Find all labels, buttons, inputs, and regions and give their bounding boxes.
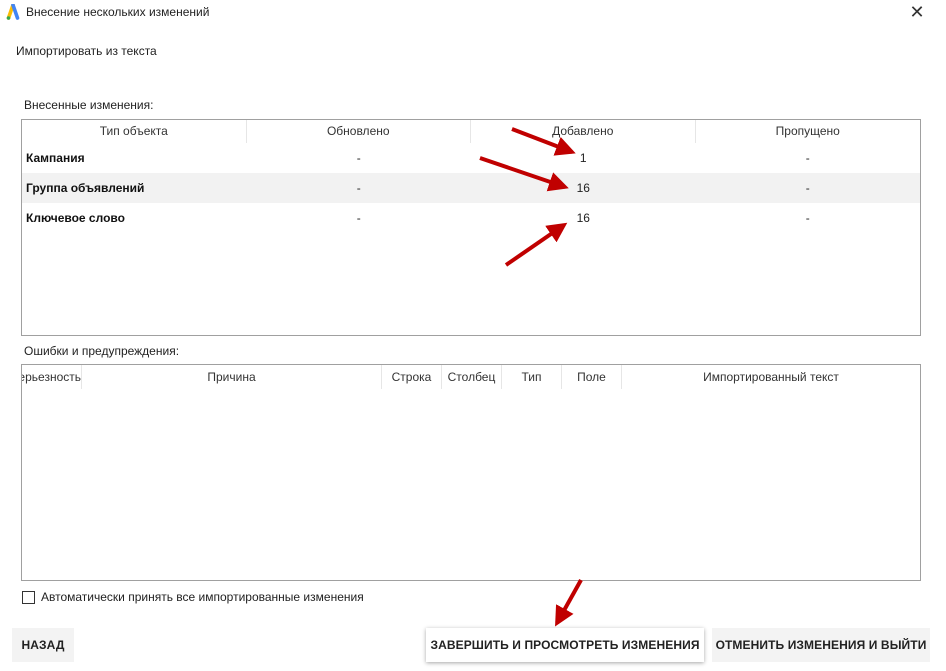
row-updated: -: [356, 151, 361, 165]
cancel-and-exit-button[interactable]: ОТМЕНИТЬ ИЗМЕНЕНИЯ И ВЫЙТИ: [712, 628, 930, 662]
column-header-reason[interactable]: Причина: [82, 365, 382, 389]
row-added: 16: [576, 211, 590, 225]
errors-table-header: Серьезность Причина Строка Столбец Тип П…: [22, 365, 920, 389]
import-source-label: Импортировать из текста: [16, 44, 157, 58]
row-added: 16: [576, 181, 590, 195]
row-skipped: -: [805, 151, 810, 165]
row-object-type: Ключевое слово: [26, 211, 125, 225]
row-skipped: -: [805, 211, 810, 225]
auto-accept-option[interactable]: Автоматически принять все импортированны…: [22, 590, 364, 604]
column-header-object-type[interactable]: Тип объекта: [22, 120, 247, 143]
errors-section-label: Ошибки и предупреждения:: [24, 344, 180, 358]
row-added: 1: [579, 151, 587, 165]
back-button[interactable]: НАЗАД: [12, 628, 74, 662]
google-ads-logo-icon: [6, 4, 20, 20]
changes-table: Тип объекта Обновлено Добавлено Пропущен…: [21, 119, 921, 336]
column-header-row[interactable]: Строка: [382, 365, 442, 389]
finish-and-review-button[interactable]: ЗАВЕРШИТЬ И ПРОСМОТРЕТЬ ИЗМЕНЕНИЯ: [426, 628, 704, 662]
changes-section-label: Внесенные изменения:: [24, 98, 154, 112]
changes-table-header: Тип объекта Обновлено Добавлено Пропущен…: [22, 120, 920, 143]
close-icon[interactable]: ✕: [906, 1, 928, 23]
auto-accept-checkbox[interactable]: [22, 590, 35, 604]
errors-table: Серьезность Причина Строка Столбец Тип П…: [21, 364, 921, 581]
column-header-imported-text[interactable]: Импортированный текст: [622, 365, 920, 389]
title-bar: Внесение нескольких изменений ✕: [0, 0, 946, 26]
column-header-added[interactable]: Добавлено: [471, 120, 696, 143]
row-updated: -: [356, 211, 361, 225]
row-updated: -: [356, 181, 361, 195]
column-header-skipped[interactable]: Пропущено: [696, 120, 921, 143]
window-title: Внесение нескольких изменений: [26, 5, 210, 19]
table-row[interactable]: Ключевое слово - 16 -: [22, 203, 920, 233]
table-row[interactable]: Группа объявлений - 16 -: [22, 173, 920, 203]
column-header-updated[interactable]: Обновлено: [247, 120, 471, 143]
column-header-field[interactable]: Поле: [562, 365, 622, 389]
table-row[interactable]: Кампания - 1 -: [22, 143, 920, 173]
row-object-type: Кампания: [26, 151, 85, 165]
row-object-type: Группа объявлений: [26, 181, 145, 195]
column-header-column[interactable]: Столбец: [442, 365, 502, 389]
column-header-type[interactable]: Тип: [502, 365, 562, 389]
annotation-arrow-finish-button: [555, 579, 583, 627]
column-header-severity[interactable]: Серьезность: [22, 365, 82, 389]
auto-accept-label: Автоматически принять все импортированны…: [41, 590, 364, 604]
row-skipped: -: [805, 181, 810, 195]
